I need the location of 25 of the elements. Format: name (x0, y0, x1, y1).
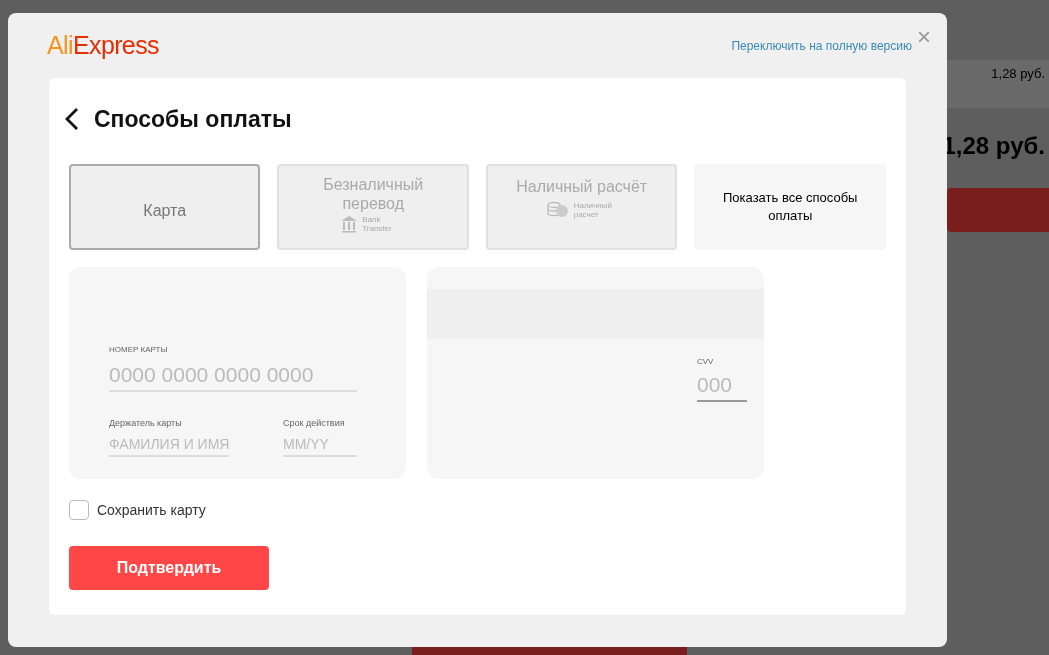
page-title: Способы оплаты (94, 105, 292, 134)
order-button[interactable] (947, 188, 1049, 232)
save-card-checkbox[interactable] (69, 500, 89, 520)
card-number-field[interactable]: 0000 0000 0000 0000 (109, 358, 357, 392)
field-label: НОМЕР КАРТЫ (109, 343, 169, 356)
cvv-field[interactable]: 000 (697, 368, 747, 402)
total-price: 1,28 руб. (942, 131, 1045, 161)
coins-icon (545, 200, 570, 219)
confirm-button[interactable]: Подтвердить (69, 545, 269, 590)
full-version-link[interactable]: Переключить на полную версию (731, 36, 912, 55)
payment-method-tab[interactable]: Карта (69, 163, 261, 250)
field-label: Срок действия (283, 417, 346, 430)
logo: AliExpress (47, 29, 159, 61)
method-sublabel: Наличный расчет (573, 200, 613, 219)
save-card-label: Сохранить карту (97, 500, 206, 520)
price-text: 1,28 руб. (991, 65, 1045, 83)
order-button[interactable] (412, 647, 687, 655)
bank-icon (340, 214, 359, 233)
field-label: Держатель карты (109, 417, 183, 430)
field-label: CVV (697, 355, 715, 368)
method-sublabel: Bank Transfer (362, 214, 393, 233)
payment-method-tab[interactable]: Показать все способы оплаты (694, 163, 886, 250)
close-button[interactable]: × (917, 25, 931, 49)
cardholder-field[interactable]: ФАМИЛИЯ И ИМЯ (109, 433, 229, 457)
expiry-field[interactable]: MM/YY (283, 433, 357, 457)
